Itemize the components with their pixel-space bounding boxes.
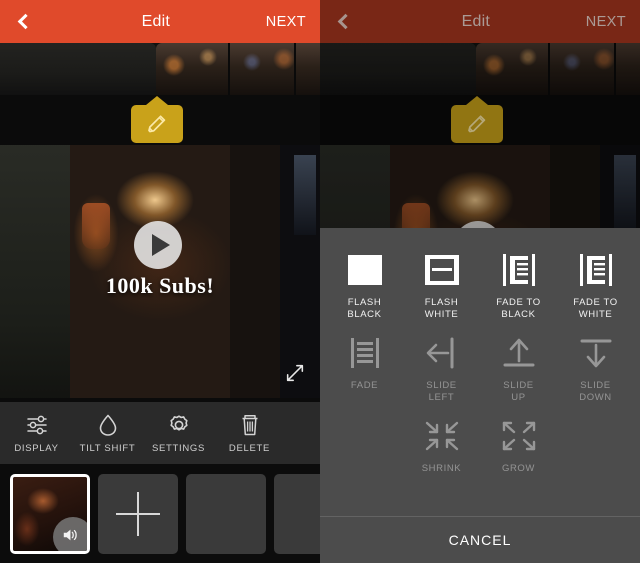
transition-label: FLASH WHITE <box>424 297 459 320</box>
timeline-strip[interactable] <box>320 43 640 95</box>
timeline-seam <box>614 43 616 95</box>
transition-row: SHRINK GROW <box>326 410 634 475</box>
fade-to-white-icon <box>576 250 616 290</box>
back-button[interactable] <box>320 0 366 43</box>
fade-to-black-icon <box>499 250 539 290</box>
dual-screenshot: Edit NEXT 100k Subs! DISPLAY TILT SHIFT … <box>0 0 640 563</box>
clip-filmstrip <box>0 464 320 563</box>
plus-icon <box>137 491 139 536</box>
trash-icon <box>242 415 257 436</box>
transition-fade-to-white[interactable]: FADE TO WHITE <box>557 244 634 321</box>
video-frame-window <box>614 155 636 235</box>
video-frame-window <box>294 155 316 235</box>
toolbar-item-delete[interactable]: DELETE <box>214 412 285 454</box>
clip-thumbnail-selected[interactable] <box>10 473 90 554</box>
clip-slot-empty[interactable] <box>186 473 266 554</box>
toolbar-item-display[interactable]: DISPLAY <box>1 412 72 454</box>
edit-tag-button[interactable] <box>451 96 503 143</box>
transition-shrink[interactable]: SHRINK <box>403 410 480 475</box>
page-title: Edit <box>461 12 491 30</box>
transition-row: FLASH BLACK FLASH WHITE FADE TO BLACK FA… <box>326 244 634 321</box>
transition-label: SLIDE UP <box>503 380 534 403</box>
transition-slide-down[interactable]: SLIDE DOWN <box>557 327 634 404</box>
transition-fade[interactable]: FADE <box>326 327 403 404</box>
slide-left-icon <box>422 333 462 373</box>
transition-slide-left[interactable]: SLIDE LEFT <box>403 327 480 404</box>
add-clip-button[interactable] <box>98 473 178 554</box>
next-button[interactable]: NEXT <box>266 14 320 30</box>
toolbar-label: TILT SHIFT <box>79 443 136 454</box>
toolbar-label: DELETE <box>228 443 271 454</box>
transition-row: FADE SLIDE LEFT SLIDE UP SLIDE DOWN <box>326 327 634 404</box>
speaker-icon <box>63 529 77 540</box>
app-header: Edit NEXT <box>0 0 320 43</box>
clip-sound-toggle[interactable] <box>53 516 87 551</box>
cancel-button[interactable]: CANCEL <box>320 517 640 563</box>
timeline-empty-segment[interactable] <box>320 43 476 95</box>
transition-label: SLIDE LEFT <box>426 380 457 403</box>
transition-label: SLIDE DOWN <box>579 380 612 403</box>
video-caption-text: 100k Subs! <box>105 273 215 298</box>
pencil-icon <box>468 115 486 133</box>
droplet-icon <box>99 414 116 436</box>
fade-icon <box>345 333 385 373</box>
shrink-icon <box>422 416 462 456</box>
timeline-strip[interactable] <box>0 43 320 95</box>
video-preview[interactable]: 100k Subs! <box>0 145 320 398</box>
app-header: Edit NEXT <box>320 0 640 43</box>
back-button[interactable] <box>0 0 46 43</box>
video-frame-left-wall <box>0 145 70 398</box>
chevron-left-icon <box>337 13 353 30</box>
timeline-seam <box>294 43 296 95</box>
grow-icon <box>499 416 539 456</box>
timeline-empty-segment[interactable] <box>0 43 156 95</box>
sliders-icon <box>26 415 47 435</box>
left-screen: Edit NEXT 100k Subs! DISPLAY TILT SHIFT … <box>0 0 320 563</box>
transition-sheet: FLASH BLACK FLASH WHITE FADE TO BLACK FA… <box>320 228 640 563</box>
play-button[interactable] <box>134 221 182 269</box>
transition-slide-up[interactable]: SLIDE UP <box>480 327 557 404</box>
edit-tag-button[interactable] <box>131 96 183 143</box>
page-title: Edit <box>141 12 171 30</box>
toolbar-label: SETTINGS <box>151 443 206 454</box>
transition-label: FLASH BLACK <box>347 297 382 320</box>
toolbar-label: DISPLAY <box>14 443 59 454</box>
transition-label: FADE TO WHITE <box>573 297 618 320</box>
chevron-left-icon <box>17 13 33 30</box>
transition-grow[interactable]: GROW <box>480 410 557 475</box>
flash-black-icon <box>345 250 385 290</box>
transition-label: FADE <box>350 380 379 391</box>
toolbar-item-tilt-shift[interactable]: TILT SHIFT <box>72 412 143 454</box>
edit-tag-body[interactable] <box>451 105 503 143</box>
edit-toolbar: ERSE DISPLAY TILT SHIFT <box>0 402 320 464</box>
video-frame-lamp <box>82 203 110 249</box>
transition-flash-white[interactable]: FLASH WHITE <box>403 244 480 321</box>
edit-tag-body[interactable] <box>131 105 183 143</box>
transition-label: FADE TO BLACK <box>496 297 541 320</box>
expand-arrows-icon[interactable] <box>284 362 306 384</box>
clip-slot-empty[interactable] <box>274 473 320 554</box>
transition-label: GROW <box>501 463 535 474</box>
transition-label: SHRINK <box>421 463 462 474</box>
pencil-icon <box>148 115 166 133</box>
flash-white-icon <box>422 250 462 290</box>
slide-down-icon <box>576 333 616 373</box>
play-icon <box>151 234 170 256</box>
edit-tag-nub <box>146 96 168 105</box>
timeline-seam <box>228 43 230 95</box>
right-screen: Edit NEXT FLASH BLACK FLASH WHITE FADE T… <box>320 0 640 563</box>
timeline-seam <box>548 43 550 95</box>
toolbar-item-settings[interactable]: SETTINGS <box>143 412 214 454</box>
gear-icon <box>169 415 188 431</box>
transition-flash-black[interactable]: FLASH BLACK <box>326 244 403 321</box>
transition-grid: FLASH BLACK FLASH WHITE FADE TO BLACK FA… <box>320 228 640 512</box>
edit-tag-nub <box>466 96 488 105</box>
transition-fade-to-black[interactable]: FADE TO BLACK <box>480 244 557 321</box>
slide-up-icon <box>499 333 539 373</box>
next-button[interactable]: NEXT <box>586 14 640 30</box>
